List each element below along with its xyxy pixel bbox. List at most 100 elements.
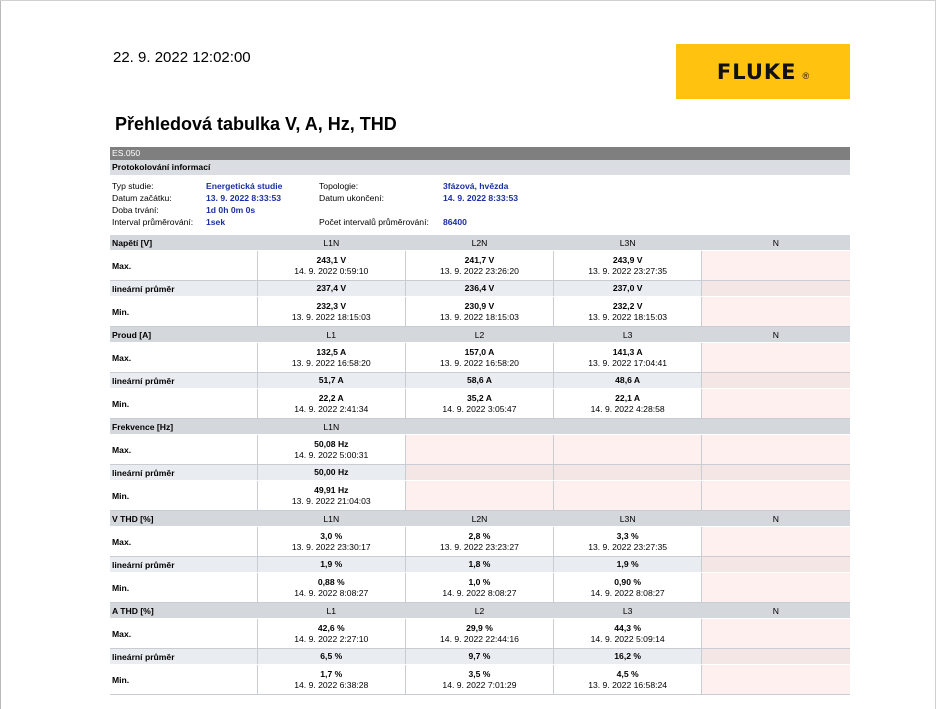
info-value: 14. 9. 2022 8:33:53 [443, 193, 519, 203]
empty-cell [701, 618, 850, 649]
column-header: L3 [553, 602, 702, 619]
empty-cell [701, 464, 850, 481]
avg-cell: 50,00 Hz [256, 464, 406, 481]
avg-value: 1,9 % [616, 559, 639, 569]
section-title: Proud [A] [110, 326, 258, 343]
avg-label: lineární průměr [110, 648, 258, 665]
max-value: 243,1 V [316, 254, 347, 265]
min-label: Min. [110, 296, 258, 327]
row-max: Max. 243,1 V 14. 9. 2022 0:59:10 241,7 V 13.… [110, 250, 850, 281]
avg-cell: 9,7 % [404, 648, 554, 665]
row-max: Max. 50,08 Hz 14. 9. 2022 5:00:31 [110, 434, 850, 465]
min-timestamp: 13. 9. 2022 16:58:24 [588, 679, 668, 690]
min-cell: 1,7 % 14. 9. 2022 6:38:28 [256, 664, 406, 695]
max-value: 241,7 V [464, 254, 495, 265]
info-row: Doba trvání: 1d 0h 0m 0s [110, 204, 850, 216]
row-min: Min. 49,91 Hz 13. 9. 2022 21:04:03 [110, 480, 850, 511]
min-cell: 35,2 A 14. 9. 2022 3:05:47 [404, 388, 554, 419]
avg-value: 6,5 % [320, 651, 343, 661]
row-min: Min. 0,88 % 14. 9. 2022 8:08:27 1,0 % 14. 9.… [110, 572, 850, 603]
max-cell: 132,5 A 13. 9. 2022 16:58:20 [256, 342, 406, 373]
min-timestamp: 13. 9. 2022 18:15:03 [588, 311, 668, 322]
column-header: L2 [405, 326, 554, 343]
section-header-row: Napětí [V] L1N L2N L3N N [110, 235, 850, 251]
max-cell: 50,08 Hz 14. 9. 2022 5:00:31 [256, 434, 406, 465]
max-timestamp: 14. 9. 2022 22:44:16 [440, 633, 519, 644]
info-value: 1sek [206, 217, 226, 227]
avg-value: 51,7 A [318, 375, 344, 385]
empty-cell [701, 296, 850, 327]
page-border-left [0, 0, 1, 709]
column-header: L1N [257, 235, 406, 251]
avg-cell: 1,9 % [553, 556, 702, 573]
column-header: N [701, 326, 850, 343]
max-cell: 3,3 % 13. 9. 2022 23:27:35 [553, 526, 702, 557]
max-value: 3,3 % [616, 530, 639, 541]
min-value: 3,5 % [468, 668, 491, 679]
empty-cell [701, 434, 850, 465]
avg-value: 1,8 % [468, 559, 491, 569]
info-label: Doba trvání: [112, 205, 159, 215]
min-value: 22,2 A [318, 392, 344, 403]
max-timestamp: 13. 9. 2022 16:58:20 [440, 357, 519, 368]
max-timestamp: 14. 9. 2022 0:59:10 [294, 265, 369, 276]
avg-value: 9,7 % [468, 651, 491, 661]
empty-cell [701, 526, 850, 557]
min-label: Min. [110, 388, 258, 419]
column-header: L1 [257, 602, 406, 619]
max-timestamp: 13. 9. 2022 23:27:35 [588, 541, 668, 552]
min-cell: 0,88 % 14. 9. 2022 8:08:27 [256, 572, 406, 603]
row-avg: lineární průměr 1,9 % 1,8 % 1,9 % [110, 556, 850, 573]
row-avg: lineární průměr 51,7 A 58,6 A 48,6 A [110, 372, 850, 389]
measurement-grid: Napětí [V] L1N L2N L3N N Max. 243,1 V 14. 9. 20… [110, 235, 850, 695]
max-value: 132,5 A [316, 346, 347, 357]
min-cell: 22,2 A 14. 9. 2022 2:41:34 [256, 388, 406, 419]
empty-cell [701, 372, 850, 389]
row-avg: lineární průměr 50,00 Hz [110, 464, 850, 481]
min-label: Min. [110, 664, 258, 695]
min-cell: 49,91 Hz 13. 9. 2022 21:04:03 [256, 480, 406, 511]
min-value: 0,90 % [614, 576, 642, 587]
empty-cell [701, 664, 850, 695]
avg-cell: 16,2 % [553, 648, 702, 665]
section-header-row: Proud [A] L1 L2 L3 N [110, 326, 850, 343]
max-timestamp: 13. 9. 2022 23:23:27 [440, 541, 519, 552]
max-cell: 241,7 V 13. 9. 2022 23:26:20 [404, 250, 554, 281]
column-header: L3N [553, 510, 702, 527]
empty-cell [404, 464, 554, 481]
min-timestamp: 14. 9. 2022 8:08:27 [442, 587, 517, 598]
max-label: Max. [110, 434, 258, 465]
min-value: 35,2 A [466, 392, 492, 403]
column-header: L2N [405, 235, 554, 251]
min-timestamp: 14. 9. 2022 6:38:28 [294, 679, 369, 690]
avg-value: 236,4 V [464, 283, 495, 293]
min-cell: 1,0 % 14. 9. 2022 8:08:27 [404, 572, 554, 603]
max-value: 50,08 Hz [314, 438, 349, 449]
info-row: Interval průměrování: 1sek Počet interva… [110, 216, 850, 228]
info-label: Typ studie: [112, 181, 154, 191]
max-label: Max. [110, 618, 258, 649]
max-value: 141,3 A [612, 346, 643, 357]
section-header-row: V THD [%] L1N L2N L3N N [110, 510, 850, 527]
max-label: Max. [110, 342, 258, 373]
column-header: L3 [553, 326, 702, 343]
min-value: 49,91 Hz [314, 484, 349, 495]
min-cell: 3,5 % 14. 9. 2022 7:01:29 [404, 664, 554, 695]
min-cell: 232,3 V 13. 9. 2022 18:15:03 [256, 296, 406, 327]
column-header: N [701, 510, 850, 527]
page-title: Přehledová tabulka V, A, Hz, THD [115, 114, 397, 134]
min-value: 1,0 % [468, 576, 491, 587]
row-min: Min. 232,3 V 13. 9. 2022 18:15:03 230,9 V 13… [110, 296, 850, 327]
min-timestamp: 14. 9. 2022 3:05:47 [442, 403, 517, 414]
empty-cell [701, 480, 850, 511]
registered-mark: ® [802, 70, 810, 81]
row-min: Min. 1,7 % 14. 9. 2022 6:38:28 3,5 % 14. 9. … [110, 664, 850, 695]
min-value: 22,1 A [615, 392, 641, 403]
row-max: Max. 42,6 % 14. 9. 2022 2:27:10 29,9 % 14. 9… [110, 618, 850, 649]
row-avg: lineární průměr 6,5 % 9,7 % 16,2 % [110, 648, 850, 665]
avg-cell: 58,6 A [404, 372, 554, 389]
min-value: 1,7 % [320, 668, 343, 679]
max-timestamp: 13. 9. 2022 23:30:17 [291, 541, 371, 552]
avg-label: lineární průměr [110, 280, 258, 297]
max-timestamp: 13. 9. 2022 23:26:20 [440, 265, 519, 276]
